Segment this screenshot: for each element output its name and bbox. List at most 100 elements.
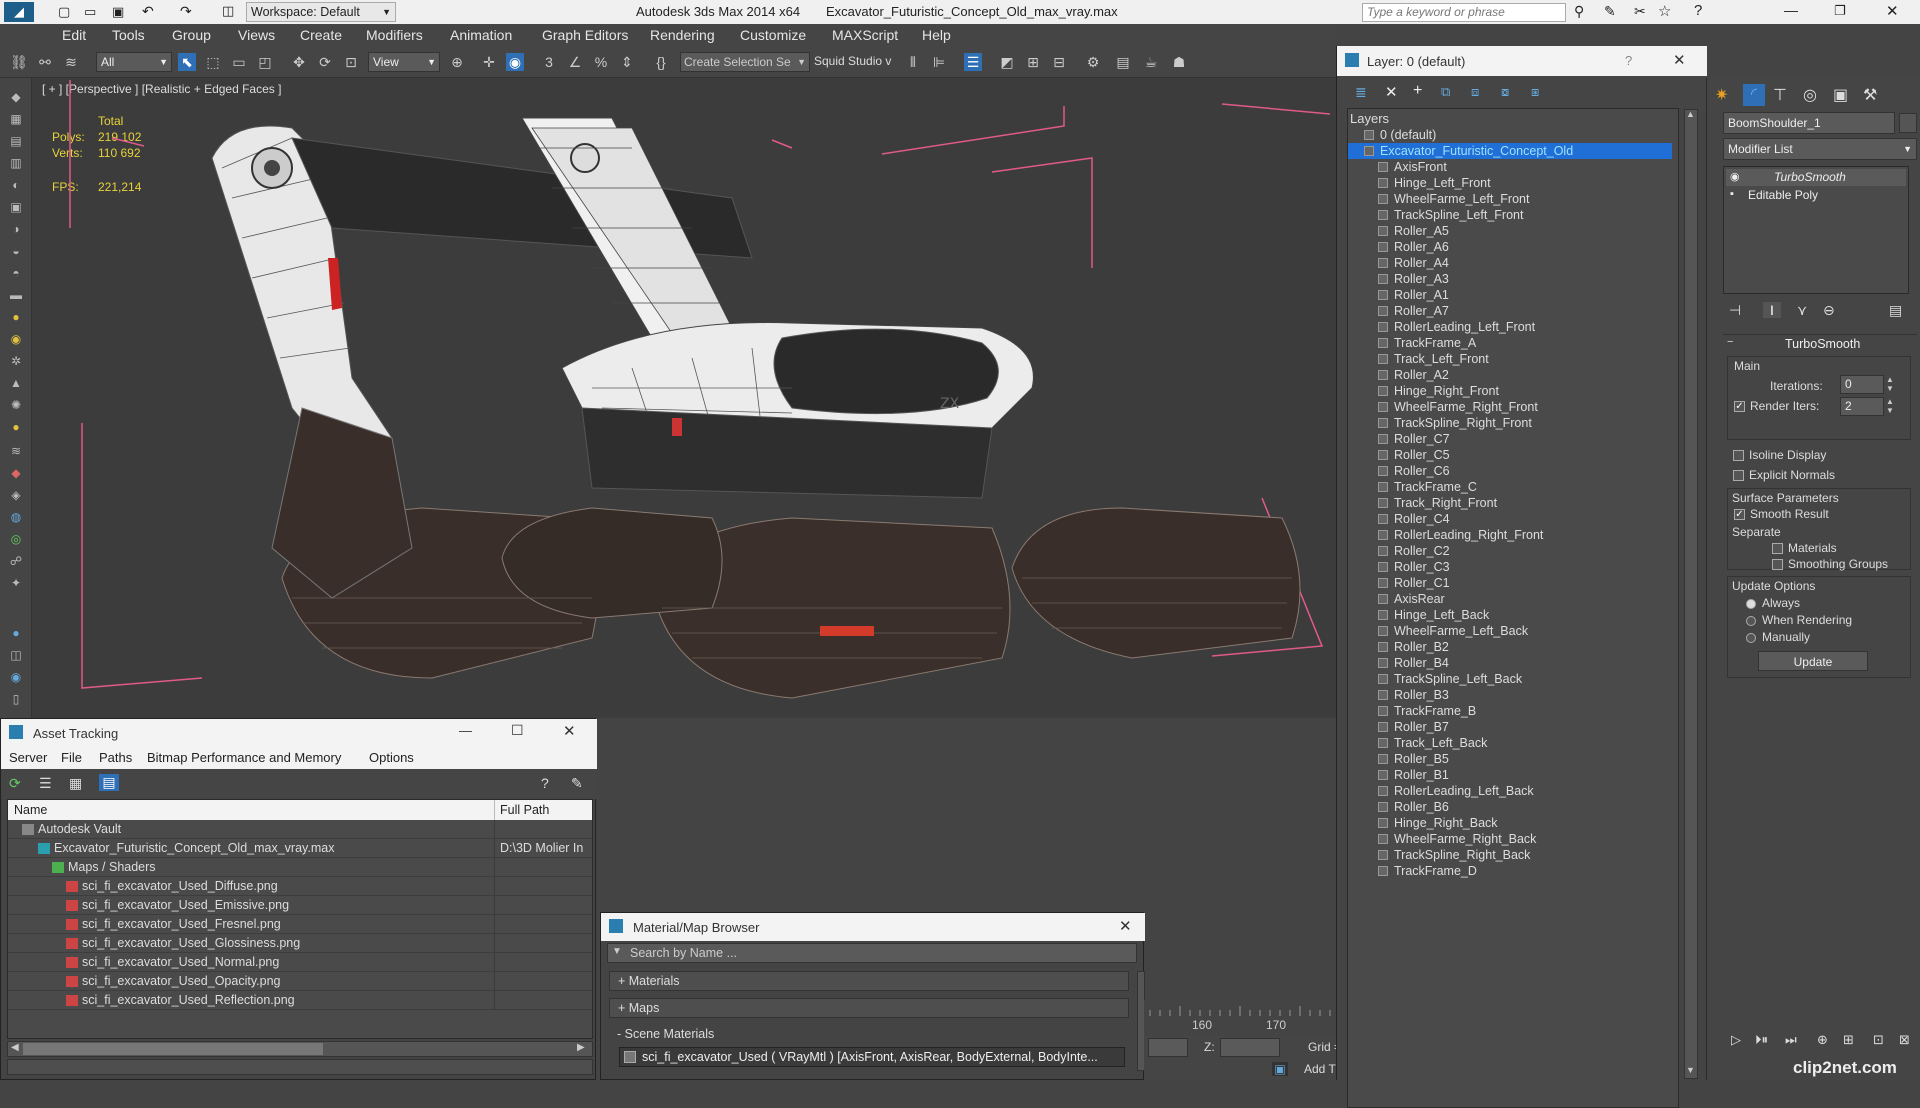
add-to-layer-icon[interactable]: + — [1413, 82, 1422, 100]
motion-tab-icon[interactable]: ◎ — [1803, 85, 1817, 105]
layer-object-item[interactable]: Roller_A1 — [1348, 287, 1672, 303]
app-logo-icon[interactable]: ◢ — [4, 2, 34, 22]
layer-object-item[interactable]: Hinge_Right_Back — [1348, 815, 1672, 831]
help-icon[interactable]: ? — [1694, 2, 1702, 19]
explicit-normals-checkbox[interactable] — [1733, 470, 1744, 481]
graphite-tool-14-icon[interactable]: ▲ — [7, 376, 25, 390]
link-icon[interactable]: ⛓ — [10, 53, 28, 71]
play-icon[interactable]: ▷ — [1731, 1032, 1741, 1048]
schematic-view-icon[interactable]: ⊞ — [1024, 53, 1042, 71]
layer-object-item[interactable]: TrackSpline_Left_Front — [1348, 207, 1672, 223]
object-name-field[interactable]: BoomShoulder_1 — [1723, 112, 1895, 134]
help-icon[interactable]: ? — [1625, 53, 1632, 68]
table-view-icon[interactable]: ▤ — [99, 774, 119, 791]
graphite-tool-20-icon[interactable]: ◍ — [7, 510, 25, 524]
graphite-tool-11-icon[interactable]: ● — [7, 310, 25, 324]
menu-tools[interactable]: Tools — [112, 27, 145, 43]
col-name-header[interactable]: Name — [14, 803, 47, 817]
layer-object-item[interactable]: WheelFarme_Right_Front — [1348, 399, 1672, 415]
highlight-selected-icon[interactable]: ⧈ — [1471, 84, 1479, 100]
menu-paths[interactable]: Paths — [99, 750, 132, 765]
scroll-right-icon[interactable]: ▶ — [577, 1042, 585, 1053]
graphite-tool-25-icon[interactable]: ◫ — [7, 648, 25, 662]
zoom-region-icon[interactable]: ⊡ — [1873, 1032, 1884, 1048]
menu-maxscript[interactable]: MAXScript — [832, 27, 898, 43]
reference-coordinate-dropdown[interactable]: View ▼ — [368, 52, 440, 72]
hide-all-icon[interactable]: ⧇ — [1501, 84, 1509, 100]
refresh-icon[interactable]: ⟳ — [9, 775, 21, 792]
graphite-tool-21-icon[interactable]: ◎ — [7, 532, 25, 546]
layer-object-item[interactable]: WheelFarme_Left_Front — [1348, 191, 1672, 207]
layer-object-item[interactable]: Roller_C6 — [1348, 463, 1672, 479]
graphite-tool-15-icon[interactable]: ✺ — [7, 398, 25, 412]
graphite-tool-5-icon[interactable]: ◐ — [7, 178, 25, 192]
quick-access-new-icon[interactable]: ▢ — [58, 4, 70, 20]
scroll-up-icon[interactable]: ▲ — [1686, 109, 1695, 119]
layer-tree[interactable]: Layers 0 (default) Excavator_Futuristic_C… — [1347, 108, 1698, 1108]
layer-object-item[interactable]: TrackFrame_B — [1348, 703, 1672, 719]
quick-access-save-icon[interactable]: ▣ — [112, 4, 124, 20]
asset-table-row[interactable]: Maps / Shaders — [8, 858, 592, 877]
spinner-arrows-icon[interactable]: ▲ ▼ — [1886, 375, 1894, 393]
material-editor-icon[interactable]: ⊟ — [1050, 53, 1068, 71]
graphite-tool-23-icon[interactable]: ✦ — [7, 576, 25, 590]
asset-table-row[interactable]: sci_fi_excavator_Used_Emissive.png — [8, 896, 592, 915]
maximize-viewport-icon[interactable]: ⊠ — [1899, 1032, 1910, 1048]
layer-object-item[interactable]: Roller_A7 — [1348, 303, 1672, 319]
graphite-tool-26-icon[interactable]: ◉ — [7, 670, 25, 684]
make-unique-icon[interactable]: ⋎ — [1797, 302, 1807, 319]
menu-customize[interactable]: Customize — [740, 27, 806, 43]
layer-object-item[interactable]: Roller_B5 — [1348, 751, 1672, 767]
graphite-tool-3-icon[interactable]: ▤ — [7, 134, 25, 148]
time-tag-icon[interactable]: ▣ — [1272, 1062, 1288, 1076]
layer-object-item[interactable]: RollerLeading_Right_Front — [1348, 527, 1672, 543]
material-search-bar[interactable]: ▼ Search by Name ... — [607, 943, 1137, 963]
goto-end-icon[interactable]: ⏭ — [1785, 1032, 1797, 1048]
render-iterative-icon[interactable]: ☗ — [1170, 53, 1188, 71]
asset-table-row[interactable]: sci_fi_excavator_Used_Normal.png — [8, 953, 592, 972]
communication-icon[interactable]: ✂ — [1634, 3, 1646, 20]
layer-object-item[interactable]: AxisFront — [1348, 159, 1672, 175]
utilities-tab-icon[interactable]: ⚒ — [1863, 85, 1877, 105]
layer-object-item[interactable]: TrackFrame_D — [1348, 863, 1672, 879]
unlink-icon[interactable]: ⚯ — [36, 53, 54, 71]
layer-object-item[interactable]: Hinge_Left_Back — [1348, 607, 1672, 623]
menu-graph-editors[interactable]: Graph Editors — [542, 27, 628, 43]
materials-section[interactable]: + Materials — [609, 971, 1129, 991]
graphite-tool-2-icon[interactable]: ▦ — [7, 112, 25, 126]
key-mode-icon[interactable]: ⊕ — [1817, 1032, 1828, 1048]
smooth-result-checkbox[interactable]: ✓ — [1734, 509, 1745, 520]
layer-object-item[interactable]: Roller_C7 — [1348, 431, 1672, 447]
layer-tree-scrollbar[interactable] — [1684, 109, 1698, 1079]
modifier-stack-item-turbosmooth[interactable]: ◉ TurboSmooth — [1726, 169, 1906, 186]
modifier-stack[interactable]: ◉ TurboSmooth ▪ Editable Poly — [1723, 166, 1909, 294]
redo-icon[interactable]: ↷ — [180, 3, 192, 20]
favorites-star-icon[interactable]: ☆ — [1658, 2, 1671, 20]
graphite-tool-16-icon[interactable]: ● — [7, 420, 25, 434]
layer-object-item[interactable]: Roller_A3 — [1348, 271, 1672, 287]
layer-object-item[interactable]: RollerLeading_Left_Front — [1348, 319, 1672, 335]
quick-access-open-icon[interactable]: ▭ — [84, 4, 96, 20]
move-icon[interactable]: ✥ — [290, 53, 308, 71]
iterations-spinner[interactable]: 0 — [1840, 375, 1884, 394]
graphite-tool-4-icon[interactable]: ▥ — [7, 156, 25, 170]
layer-object-item[interactable]: Roller_B6 — [1348, 799, 1672, 815]
remove-modifier-icon[interactable]: ⊖ — [1823, 302, 1835, 319]
graphite-tool-18-icon[interactable]: ◆ — [7, 466, 25, 480]
render-iters-spinner[interactable]: 2 — [1840, 397, 1884, 416]
menu-file[interactable]: File — [61, 750, 82, 765]
smoothing-groups-checkbox[interactable] — [1772, 559, 1783, 570]
layer-object-item[interactable]: Track_Left_Back — [1348, 735, 1672, 751]
scroll-left-icon[interactable]: ◀ — [11, 1042, 19, 1053]
rotate-icon[interactable]: ⟳ — [316, 53, 334, 71]
layer-object-item[interactable]: Roller_B4 — [1348, 655, 1672, 671]
layer-object-item[interactable]: Roller_C4 — [1348, 511, 1672, 527]
pin-stack-icon[interactable]: ⊣ — [1729, 302, 1741, 319]
materials-checkbox[interactable] — [1772, 543, 1783, 554]
material-browser-header[interactable]: Material/Map Browser ✕ — [601, 913, 1145, 941]
align-icon[interactable]: ⊫ — [930, 53, 948, 71]
layer-object-item[interactable]: RollerLeading_Left_Back — [1348, 783, 1672, 799]
thumbnail-view-icon[interactable]: ▦ — [69, 775, 82, 792]
when-rendering-radio[interactable] — [1746, 616, 1756, 626]
lightbulb-icon[interactable]: ◉ — [1730, 170, 1740, 183]
